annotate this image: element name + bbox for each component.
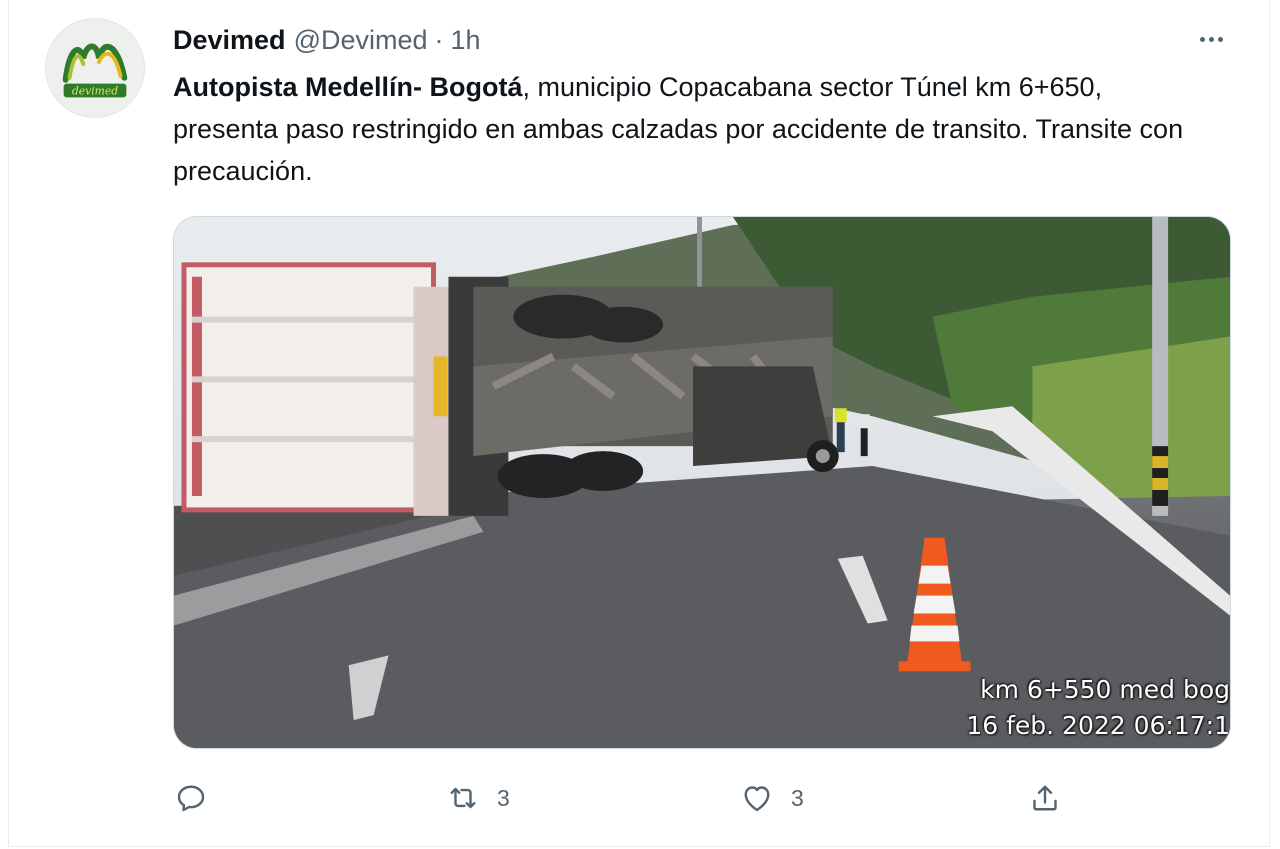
retweet-icon: [450, 787, 476, 809]
tweet-header: Devimed @Devimed · 1h: [173, 22, 481, 58]
tweet-actions: 3 3: [169, 776, 1069, 820]
share-button[interactable]: [1027, 776, 1063, 820]
devimed-logo-icon: devimed: [46, 19, 144, 117]
more-horizontal-icon: [1208, 36, 1214, 42]
author-display-name[interactable]: Devimed: [173, 25, 286, 56]
more-horizontal-icon: [1199, 36, 1205, 42]
share-icon: [1033, 785, 1057, 811]
avatar[interactable]: devimed: [45, 18, 145, 118]
like-button[interactable]: 3: [739, 776, 804, 820]
author-handle[interactable]: @Devimed: [294, 25, 428, 56]
tweet-text: Autopista Medellín- Bogotá, municipio Co…: [173, 66, 1193, 192]
heart-icon: [744, 786, 770, 812]
photo-date-stamp: 16 feb. 2022 06:17:1: [966, 711, 1230, 740]
like-count: 3: [791, 784, 804, 811]
photo-location-stamp: km 6+550 med bog: [980, 675, 1230, 704]
separator-dot: ·: [434, 24, 444, 55]
more-options-button[interactable]: [1193, 24, 1229, 54]
retweet-button[interactable]: 3: [445, 776, 510, 820]
more-horizontal-icon: [1217, 36, 1223, 42]
tweet-timestamp[interactable]: 1h: [451, 25, 481, 56]
reply-icon: [177, 785, 205, 812]
reply-button[interactable]: [173, 776, 225, 820]
accident-photo: [174, 217, 1230, 748]
tweet-card[interactable]: devimed Devimed @Devimed · 1h Autopista …: [8, 0, 1270, 847]
tweet-text-bold: Autopista Medellín- Bogotá: [173, 72, 523, 102]
retweet-count: 3: [497, 784, 510, 811]
tweet-photo[interactable]: km 6+550 med bog 16 feb. 2022 06:17:1: [173, 216, 1231, 749]
svg-text:devimed: devimed: [72, 84, 118, 97]
